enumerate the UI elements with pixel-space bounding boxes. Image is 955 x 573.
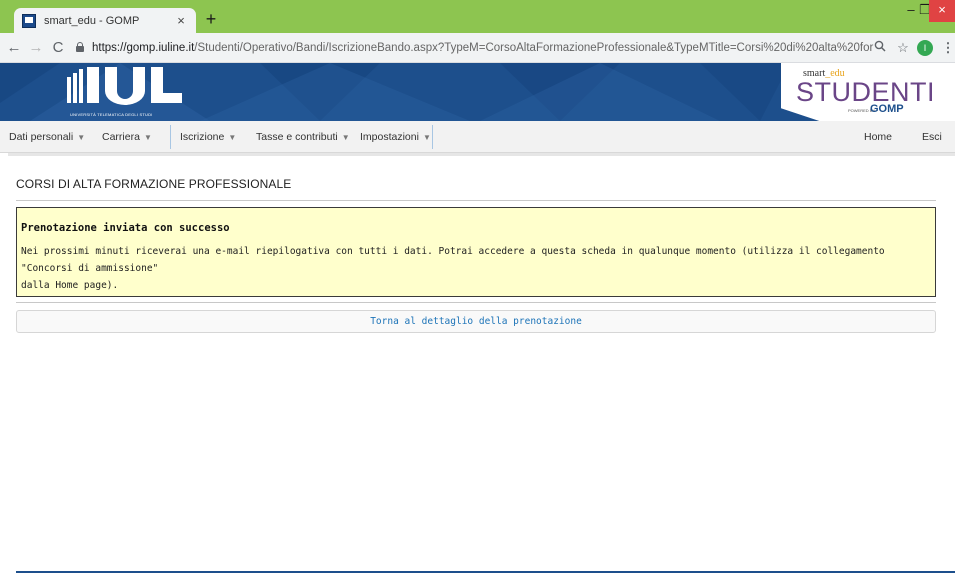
chevron-down-icon: ▼ xyxy=(422,133,431,142)
title-divider xyxy=(16,200,936,201)
menu-label: Impostazioni xyxy=(360,131,419,143)
menu-item-impostazioni[interactable]: Impostazioni ▼ xyxy=(360,121,431,153)
alert-title: Prenotazione inviata con successo xyxy=(21,222,230,234)
browser-tab-bar: smart_edu - GOMP × + – ❐ × xyxy=(0,0,955,33)
menu-separator xyxy=(170,125,171,149)
main-menu: Dati personali ▼ Carriera ▼ Iscrizione ▼ Ta… xyxy=(0,121,955,153)
forward-arrow-icon[interactable]: → xyxy=(26,38,46,58)
window-close-button[interactable]: × xyxy=(929,0,955,22)
tab-close-icon[interactable]: × xyxy=(174,13,188,28)
zoom-icon[interactable] xyxy=(870,38,890,58)
url-host: https://gomp.iuline.it xyxy=(92,42,195,54)
back-to-booking-detail-button[interactable]: Torna al dettaglio della prenotazione xyxy=(16,310,936,333)
profile-avatar[interactable]: I xyxy=(917,40,933,56)
menu-item-dati-personali[interactable]: Dati personali ▼ xyxy=(9,121,85,153)
alert-message-line: Nei prossimi minuti riceverai una e-mail… xyxy=(21,246,885,274)
address-bar[interactable]: https://gomp.iuline.it/Studenti/Operativ… xyxy=(74,37,874,59)
content-divider xyxy=(16,302,936,303)
url-text: https://gomp.iuline.it/Studenti/Operativ… xyxy=(92,42,874,54)
bookmark-star-icon[interactable]: ☆ xyxy=(893,38,913,58)
site-favicon-icon xyxy=(22,13,36,28)
menu-item-tasse-contributi[interactable]: Tasse e contributi ▼ xyxy=(256,121,350,153)
lock-icon xyxy=(76,42,84,52)
logo-subtext: UNIVERSITÀ TELEMATICA DEGLI STUDI xyxy=(70,112,153,117)
menu-shadow xyxy=(8,153,955,156)
brand-gomp-logo: GOMP xyxy=(870,103,904,115)
menu-label: Dati personali xyxy=(9,131,74,143)
tab-title: smart_edu - GOMP xyxy=(44,14,140,27)
reload-icon[interactable]: C xyxy=(48,38,68,58)
menu-item-carriera[interactable]: Carriera ▼ xyxy=(102,121,152,153)
menu-label: Iscrizione xyxy=(180,131,225,143)
menu-item-home[interactable]: Home xyxy=(864,121,892,153)
brand-studenti: STUDENTI xyxy=(796,77,935,107)
menu-separator xyxy=(432,125,433,149)
url-path: /Studenti/Operativo/Bandi/IscrizioneBand… xyxy=(194,42,874,54)
chevron-down-icon: ▼ xyxy=(77,133,86,142)
chevron-down-icon: ▼ xyxy=(341,133,350,142)
browser-tab[interactable]: smart_edu - GOMP × xyxy=(14,8,196,33)
menu-item-esci[interactable]: Esci xyxy=(922,121,942,153)
browser-menu-icon[interactable]: ⋮ xyxy=(938,38,955,58)
new-tab-button[interactable]: + xyxy=(200,8,222,30)
page-title: CORSI DI ALTA FORMAZIONE PROFESSIONALE xyxy=(16,177,292,191)
alert-message-line: dalla Home page). xyxy=(21,280,119,291)
chevron-down-icon: ▼ xyxy=(143,133,152,142)
back-arrow-icon[interactable]: ← xyxy=(4,38,24,58)
alert-message: Nei prossimi minuti riceverai una e-mail… xyxy=(21,243,931,294)
menu-label: Tasse e contributi xyxy=(256,131,338,143)
menu-item-iscrizione[interactable]: Iscrizione ▼ xyxy=(180,121,236,153)
success-alert: Prenotazione inviata con successo Nei pr… xyxy=(16,207,936,297)
browser-toolbar: ← → C https://gomp.iuline.it/Studenti/Op… xyxy=(0,33,955,63)
chevron-down-icon: ▼ xyxy=(228,133,237,142)
menu-label: Carriera xyxy=(102,131,140,143)
